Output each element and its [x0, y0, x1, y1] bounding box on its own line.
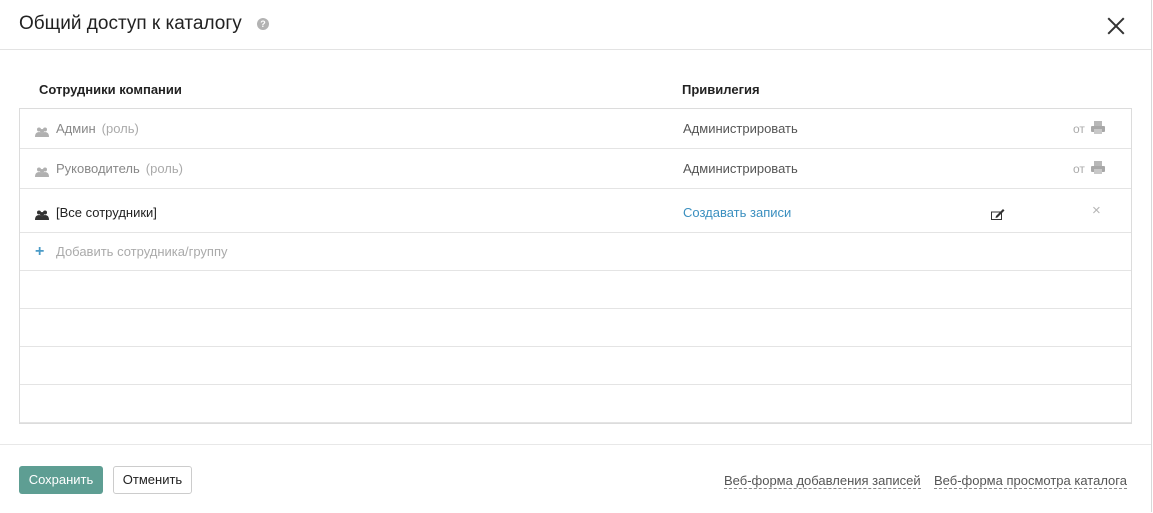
dialog-title: Общий доступ к каталогу: [19, 13, 242, 34]
table-row: [Все сотрудники] Создавать записи ×: [20, 189, 1131, 233]
remove-icon[interactable]: ×: [1092, 202, 1101, 219]
access-table: Админ (роль) Администрировать от Руководи…: [19, 108, 1132, 424]
plus-icon[interactable]: +: [35, 243, 44, 261]
empty-row: [20, 271, 1131, 309]
people-icon: [35, 164, 49, 177]
add-records-webform-link[interactable]: Веб-форма добавления записей: [724, 473, 921, 489]
table-row: Руководитель (роль) Администрировать от: [20, 149, 1131, 189]
row-privilege: Администрировать: [683, 161, 798, 176]
privilege-link[interactable]: Создавать записи: [683, 205, 791, 220]
table-row: Админ (роль) Администрировать от: [20, 109, 1131, 149]
column-header-employees: Сотрудники компании: [39, 82, 182, 97]
owner-label: от: [1073, 162, 1085, 176]
empty-row: [20, 309, 1131, 347]
owner-label: от: [1073, 122, 1085, 136]
row-name: Админ (роль): [56, 121, 139, 136]
people-icon: [35, 124, 49, 137]
printer-icon: [1091, 161, 1105, 174]
cancel-button[interactable]: Отменить: [113, 466, 192, 494]
role-tag: (роль): [101, 121, 139, 136]
printer-icon: [1091, 121, 1105, 134]
view-catalog-webform-link[interactable]: Веб-форма просмотра каталога: [934, 473, 1127, 489]
role-tag: (роль): [145, 161, 183, 176]
row-name-text: Админ: [56, 121, 96, 136]
share-catalog-dialog: Общий доступ к каталогу ? Сотрудники ком…: [0, 0, 1152, 513]
empty-row: [20, 385, 1131, 423]
add-member-link[interactable]: Добавить сотрудника/группу: [56, 244, 228, 259]
dialog-footer: Сохранить Отменить Веб-форма добавления …: [0, 444, 1151, 513]
column-header-privilege: Привилегия: [682, 82, 760, 97]
save-button[interactable]: Сохранить: [19, 466, 103, 494]
row-name: [Все сотрудники]: [56, 205, 157, 220]
close-icon[interactable]: [1104, 14, 1128, 38]
add-member-row[interactable]: + Добавить сотрудника/группу: [20, 233, 1131, 271]
empty-row: [20, 347, 1131, 385]
row-name: Руководитель (роль): [56, 161, 183, 176]
dialog-header: Общий доступ к каталогу ?: [0, 0, 1151, 50]
people-icon: [35, 207, 49, 220]
edit-icon[interactable]: [991, 207, 1005, 220]
help-icon[interactable]: ?: [257, 18, 269, 30]
row-name-text: Руководитель: [56, 161, 140, 176]
row-privilege: Администрировать: [683, 121, 798, 136]
